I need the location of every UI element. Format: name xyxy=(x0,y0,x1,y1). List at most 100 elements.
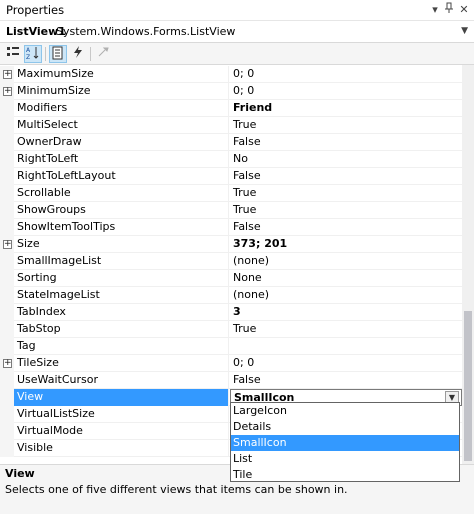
property-row-righttoleftlayout[interactable]: RightToLeftLayout False xyxy=(0,168,462,185)
property-name[interactable]: Modifiers xyxy=(14,100,229,117)
property-value[interactable]: 0; 0 xyxy=(230,66,462,83)
property-name[interactable]: MaximumSize xyxy=(14,66,229,83)
row-gutter xyxy=(0,440,14,457)
close-icon[interactable]: ✕ xyxy=(457,2,471,17)
view-option-details[interactable]: Details xyxy=(231,419,459,435)
property-row-multiselect[interactable]: MultiSelect True xyxy=(0,117,462,134)
property-name[interactable]: TabIndex xyxy=(14,304,229,321)
grid-scrollbar[interactable] xyxy=(462,65,474,464)
property-value[interactable]: None xyxy=(230,270,462,287)
property-name[interactable]: StateImageList xyxy=(14,287,229,304)
object-type: System.Windows.Forms.ListView xyxy=(56,25,236,38)
property-value[interactable]: True xyxy=(230,185,462,202)
row-gutter xyxy=(0,321,14,338)
property-value[interactable]: 3 xyxy=(230,304,462,321)
property-row-stateimagelist[interactable]: StateImageList (none) xyxy=(0,287,462,304)
row-gutter xyxy=(0,372,14,389)
property-name[interactable]: TileSize xyxy=(14,355,229,372)
scrollbar-thumb[interactable] xyxy=(464,311,472,461)
categorized-icon[interactable] xyxy=(4,45,22,63)
alphabetical-icon[interactable]: AZ xyxy=(24,45,42,63)
property-value-text: (none) xyxy=(233,254,270,267)
property-row-minimumsize[interactable]: + MinimumSize 0; 0 xyxy=(0,83,462,100)
property-name[interactable]: VirtualMode xyxy=(14,423,229,440)
property-row-tilesize[interactable]: + TileSize 0; 0 xyxy=(0,355,462,372)
property-name[interactable]: SmallImageList xyxy=(14,253,229,270)
view-option-list[interactable]: List xyxy=(231,451,459,467)
pin-icon[interactable] xyxy=(442,2,456,17)
property-row-ownerdraw[interactable]: OwnerDraw False xyxy=(0,134,462,151)
property-name[interactable]: RightToLeft xyxy=(14,151,229,168)
property-value[interactable]: Friend xyxy=(230,100,462,117)
property-row-scrollable[interactable]: Scrollable True xyxy=(0,185,462,202)
property-name[interactable]: View xyxy=(14,389,229,406)
property-row-size[interactable]: + Size 373; 201 xyxy=(0,236,462,253)
dropdown-arrow-icon[interactable]: ▾ xyxy=(428,2,442,17)
object-selector[interactable]: ListView1 System.Windows.Forms.ListView … xyxy=(0,21,474,43)
property-name[interactable]: VirtualListSize xyxy=(14,406,229,423)
property-name[interactable]: MultiSelect xyxy=(14,117,229,134)
property-row-righttoleft[interactable]: RightToLeft No xyxy=(0,151,462,168)
chevron-down-icon[interactable]: ▼ xyxy=(461,26,468,36)
svg-text:A: A xyxy=(26,47,31,54)
property-name[interactable]: OwnerDraw xyxy=(14,134,229,151)
view-option-smallicon[interactable]: SmallIcon xyxy=(231,435,459,451)
property-row-tag[interactable]: Tag xyxy=(0,338,462,355)
property-value[interactable]: False xyxy=(230,219,462,236)
property-value-text: No xyxy=(233,152,248,165)
row-gutter: + xyxy=(0,66,14,83)
property-name[interactable]: Tag xyxy=(14,338,229,355)
view-dropdown-list[interactable]: LargeIcon Details SmallIcon List Tile xyxy=(230,402,460,482)
property-pages-icon[interactable] xyxy=(94,45,112,63)
row-gutter: + xyxy=(0,355,14,372)
property-name[interactable]: Size xyxy=(14,236,229,253)
svg-text:Z: Z xyxy=(26,54,30,60)
property-value[interactable]: True xyxy=(230,202,462,219)
window-title: Properties xyxy=(6,3,65,17)
property-value[interactable]: (none) xyxy=(230,253,462,270)
property-row-showgroups[interactable]: ShowGroups True xyxy=(0,202,462,219)
expand-icon[interactable]: + xyxy=(3,87,12,96)
property-name[interactable]: UseWaitCursor xyxy=(14,372,229,389)
property-value[interactable]: False xyxy=(230,134,462,151)
property-value[interactable]: True xyxy=(230,321,462,338)
property-value[interactable] xyxy=(230,338,462,355)
property-name[interactable]: Sorting xyxy=(14,270,229,287)
view-option-largeicon[interactable]: LargeIcon xyxy=(231,403,459,419)
property-name[interactable]: TabStop xyxy=(14,321,229,338)
expand-icon[interactable]: + xyxy=(3,70,12,79)
property-value[interactable]: False xyxy=(230,168,462,185)
property-value-text: False xyxy=(233,135,261,148)
property-row-sorting[interactable]: Sorting None xyxy=(0,270,462,287)
property-row-tabstop[interactable]: TabStop True xyxy=(0,321,462,338)
property-row-usewaitcursor[interactable]: UseWaitCursor False xyxy=(0,372,462,389)
property-name[interactable]: MinimumSize xyxy=(14,83,229,100)
property-name[interactable]: ShowGroups xyxy=(14,202,229,219)
property-row-tabindex[interactable]: TabIndex 3 xyxy=(0,304,462,321)
property-value[interactable]: (none) xyxy=(230,287,462,304)
property-name[interactable]: Visible xyxy=(14,440,229,457)
property-value[interactable]: 0; 0 xyxy=(230,355,462,372)
expand-icon[interactable]: + xyxy=(3,240,12,249)
property-value[interactable]: 373; 201 xyxy=(230,236,462,253)
row-gutter xyxy=(0,219,14,236)
property-value[interactable]: False xyxy=(230,372,462,389)
property-row-modifiers[interactable]: Modifiers Friend xyxy=(0,100,462,117)
property-row-showitemtooltips[interactable]: ShowItemToolTips False xyxy=(0,219,462,236)
property-value-text: True xyxy=(233,186,257,199)
toolbar-separator xyxy=(90,47,91,61)
property-value[interactable]: True xyxy=(230,117,462,134)
property-name[interactable]: ShowItemToolTips xyxy=(14,219,229,236)
property-value[interactable]: 0; 0 xyxy=(230,83,462,100)
property-value-text: 0; 0 xyxy=(233,84,255,97)
property-name[interactable]: RightToLeftLayout xyxy=(14,168,229,185)
property-value[interactable]: No xyxy=(230,151,462,168)
property-row-maximumsize[interactable]: + MaximumSize 0; 0 xyxy=(0,66,462,83)
properties-icon[interactable] xyxy=(49,45,67,63)
property-value-text: True xyxy=(233,322,257,335)
view-option-tile[interactable]: Tile xyxy=(231,467,459,483)
property-row-smallimagelist[interactable]: SmallImageList (none) xyxy=(0,253,462,270)
expand-icon[interactable]: + xyxy=(3,359,12,368)
events-icon[interactable] xyxy=(69,45,87,63)
property-name[interactable]: Scrollable xyxy=(14,185,229,202)
